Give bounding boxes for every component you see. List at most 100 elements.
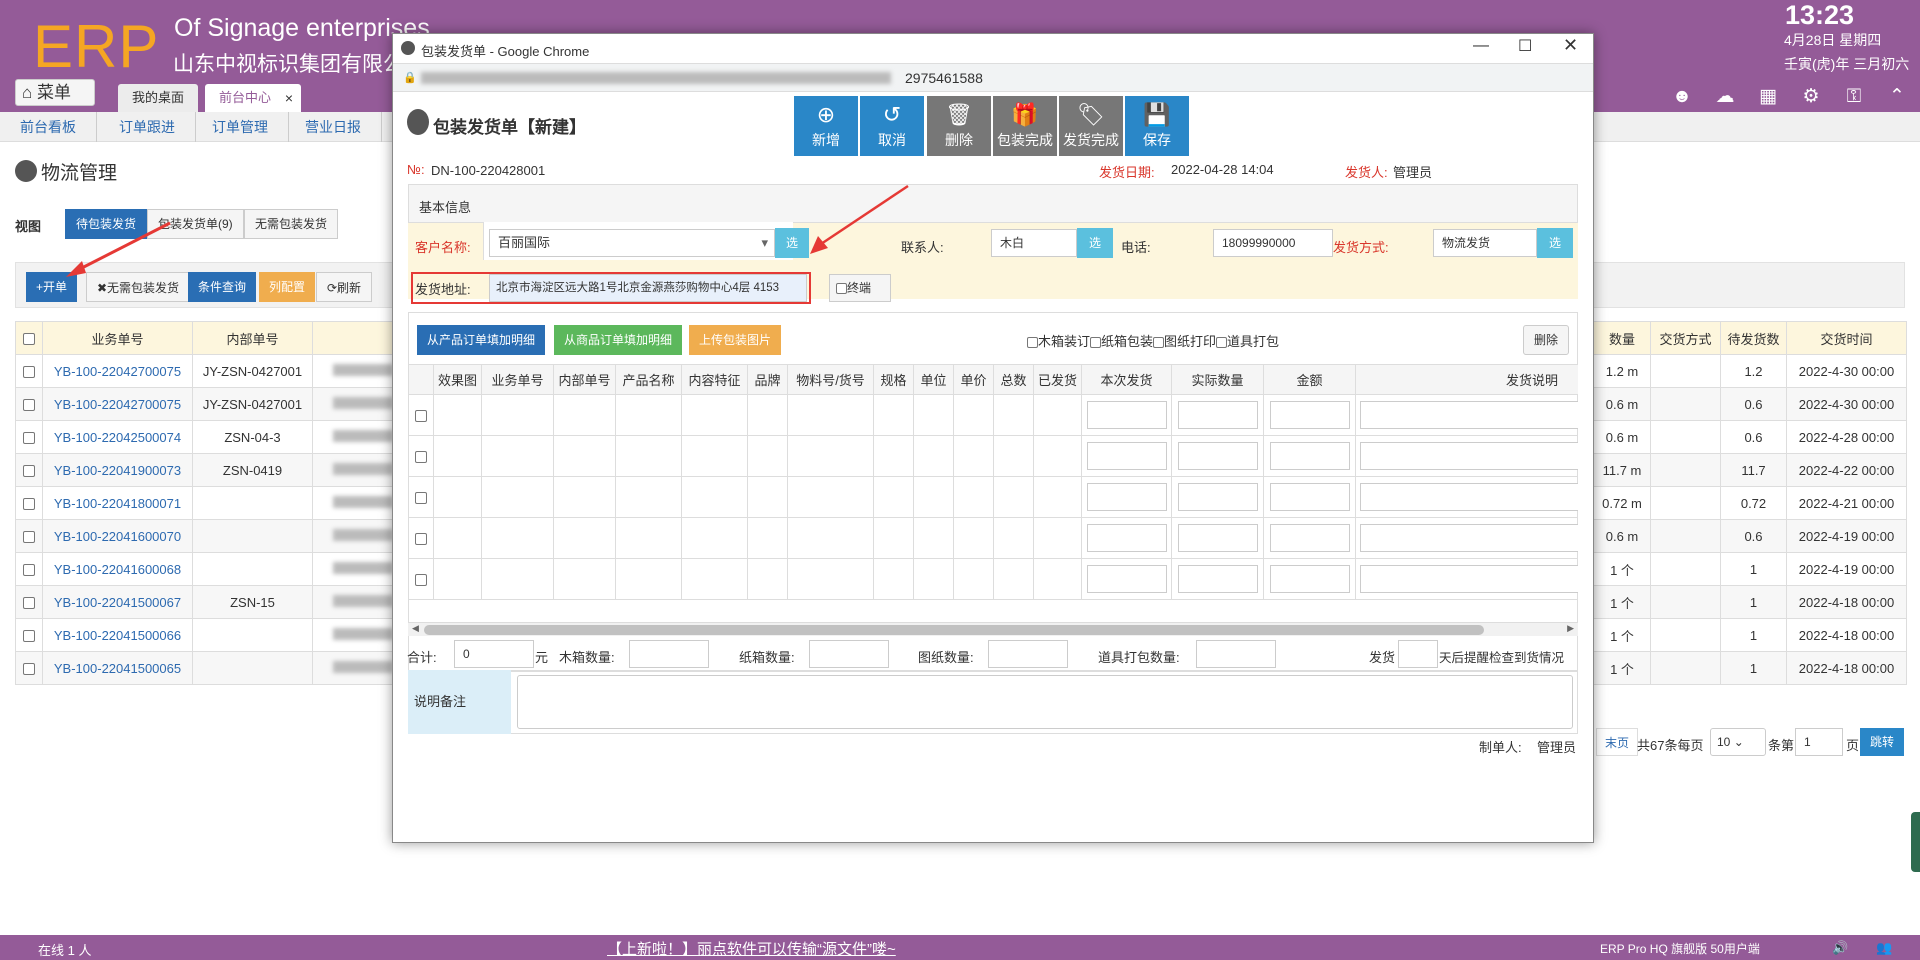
ship-method-input[interactable]: 物流发货 <box>1433 229 1537 257</box>
row-checkbox[interactable] <box>15 618 43 652</box>
row-checkbox[interactable] <box>15 387 43 421</box>
actual-qty-cell[interactable] <box>1171 558 1264 600</box>
order-number-link[interactable]: YB-100-22042700075 <box>42 354 193 388</box>
upload-image-button[interactable]: 上传包装图片 <box>689 325 782 355</box>
drawing-count-input[interactable] <box>988 640 1068 668</box>
refresh-button[interactable]: ⟳刷新 <box>316 272 373 302</box>
nav-item-order-follow[interactable]: 订单跟进 <box>99 112 196 142</box>
table-row[interactable]: 1.2 m 1.2 2022-4-30 00:00 <box>1593 354 1907 388</box>
address-bar[interactable]: 🔒 2975461588 <box>393 64 1593 92</box>
amount-cell[interactable] <box>1263 394 1356 436</box>
nav-item-order-manage[interactable]: 订单管理 <box>192 112 289 142</box>
scroll-left-icon[interactable]: ◀ <box>412 623 419 634</box>
tab-front-center[interactable]: 前台中心 × <box>205 84 302 112</box>
wood-count-input[interactable] <box>629 640 709 668</box>
row-checkbox[interactable] <box>15 552 43 586</box>
users-icon[interactable]: 👥 <box>1876 940 1892 956</box>
table-row[interactable]: 1 个 1 2022-4-19 00:00 <box>1593 552 1907 586</box>
remind-days-input[interactable] <box>1398 640 1438 668</box>
order-number-link[interactable]: YB-100-22041600070 <box>42 519 193 553</box>
ship-note-cell[interactable] <box>1355 394 1578 436</box>
contact-select-button[interactable]: 选 <box>1077 228 1113 258</box>
save-button[interactable]: 💾 保存 <box>1125 96 1189 156</box>
row-checkbox[interactable] <box>408 476 434 518</box>
gear-icon[interactable]: ⚙ <box>1800 86 1822 108</box>
amount-cell[interactable] <box>1263 517 1356 559</box>
volume-icon[interactable]: 🔊 <box>1832 940 1848 956</box>
delete-row-button[interactable]: 删除 <box>1523 325 1570 355</box>
table-row[interactable]: 0.6 m 0.6 2022-4-30 00:00 <box>1593 387 1907 421</box>
cloud-icon[interactable]: ☁ <box>1714 86 1736 108</box>
row-checkbox[interactable] <box>408 394 434 436</box>
row-checkbox[interactable] <box>15 651 43 685</box>
ship-note-cell[interactable] <box>1355 517 1578 559</box>
order-number-link[interactable]: YB-100-22041500065 <box>42 651 193 685</box>
ship-now-cell[interactable] <box>1081 517 1172 559</box>
side-handle[interactable] <box>1911 812 1920 872</box>
user-icon[interactable]: ☻ <box>1671 86 1693 108</box>
horizontal-scrollbar[interactable]: ◀ ▶ <box>408 622 1578 636</box>
table-row[interactable]: YB-100-22041500067 ZSN-15 <box>15 585 413 619</box>
ship-method-select-button[interactable]: 选 <box>1537 228 1573 258</box>
table-row[interactable]: YB-100-22042500074 ZSN-04-3 <box>15 420 413 454</box>
tab-my-desktop[interactable]: 我的桌面 <box>118 84 199 112</box>
order-number-link[interactable]: YB-100-22041800071 <box>42 486 193 520</box>
props-count-input[interactable] <box>1196 640 1276 668</box>
minimize-icon[interactable]: — <box>1473 37 1489 55</box>
key-icon[interactable]: ⚿ <box>1843 86 1865 108</box>
notice-link[interactable]: 【上新啦！】丽点软件可以传输“源文件”喽~ <box>607 938 896 959</box>
row-checkbox[interactable] <box>15 354 43 388</box>
col-header[interactable]: 交货时间 <box>1786 321 1907 355</box>
nav-item-daily-report[interactable]: 营业日报 <box>285 112 382 142</box>
pager-last[interactable]: 末页 <box>1596 728 1639 756</box>
table-row[interactable]: YB-100-22041500065 <box>15 651 413 685</box>
option-props[interactable]: 道具打包 <box>1216 334 1279 349</box>
table-row[interactable]: YB-100-22041500066 <box>15 618 413 652</box>
carton-count-input[interactable] <box>809 640 889 668</box>
grid-icon[interactable]: ▦ <box>1757 86 1779 108</box>
row-checkbox[interactable] <box>15 420 43 454</box>
contact-input[interactable]: 木白 <box>991 229 1077 257</box>
ship-now-cell[interactable] <box>1081 476 1172 518</box>
ship-note-cell[interactable] <box>1355 558 1578 600</box>
option-drawing[interactable]: 图纸打印 <box>1153 334 1216 349</box>
col-header[interactable]: 内部单号 <box>192 321 313 355</box>
order-number-link[interactable]: YB-100-22041500066 <box>42 618 193 652</box>
amount-cell[interactable] <box>1263 435 1356 477</box>
order-number-link[interactable]: YB-100-22042700075 <box>42 387 193 421</box>
row-checkbox[interactable] <box>15 486 43 520</box>
table-row[interactable]: YB-100-22042700075 JY-ZSN-0427001 <box>15 354 413 388</box>
phone-input[interactable]: 18099990000 <box>1213 229 1333 257</box>
actual-qty-cell[interactable] <box>1171 517 1264 559</box>
actual-qty-cell[interactable] <box>1171 394 1264 436</box>
address-input[interactable]: 北京市海淀区远大路1号北京金源燕莎购物中心4层 4153 <box>489 274 807 302</box>
col-header[interactable]: 待发货数 <box>1720 321 1787 355</box>
add-from-product-button[interactable]: 从产品订单填加明细 <box>417 325 546 355</box>
collapse-icon[interactable]: ⌃ <box>1886 86 1908 108</box>
scroll-right-icon[interactable]: ▶ <box>1567 623 1574 634</box>
nav-item-dashboard[interactable]: 前台看板 <box>0 112 97 142</box>
packing-done-button[interactable]: 🎁 包装完成 <box>993 96 1057 156</box>
actual-qty-cell[interactable] <box>1171 476 1264 518</box>
cancel-button[interactable]: ↺ 取消 <box>860 96 924 156</box>
new-button[interactable]: ⊕ 新增 <box>794 96 858 156</box>
column-config-button[interactable]: 列配置 <box>259 272 316 302</box>
row-checkbox[interactable] <box>15 519 43 553</box>
order-number-link[interactable]: YB-100-22041900073 <box>42 453 193 487</box>
query-button[interactable]: 条件查询 <box>188 272 257 302</box>
table-row[interactable]: 11.7 m 11.7 2022-4-22 00:00 <box>1593 453 1907 487</box>
delete-button[interactable]: 🗑 删除 <box>927 96 991 156</box>
table-row[interactable]: YB-100-22041600070 <box>15 519 413 553</box>
table-row[interactable]: YB-100-22041900073 ZSN-0419 <box>15 453 413 487</box>
row-checkbox[interactable] <box>15 585 43 619</box>
menu-button[interactable]: ⌂ 菜单 <box>15 79 95 106</box>
terminal-checkbox[interactable]: 终端 <box>829 274 891 302</box>
scrollbar-thumb[interactable] <box>424 625 1484 635</box>
view-tab-no-packing[interactable]: 无需包装发货 <box>244 209 339 239</box>
order-number-link[interactable]: YB-100-22041600068 <box>42 552 193 586</box>
table-row[interactable]: YB-100-22041800071 <box>15 486 413 520</box>
ship-note-cell[interactable] <box>1355 476 1578 518</box>
table-row[interactable]: 1 个 1 2022-4-18 00:00 <box>1593 651 1907 685</box>
row-checkbox[interactable] <box>408 517 434 559</box>
page-number-input[interactable]: 1 <box>1795 728 1843 756</box>
